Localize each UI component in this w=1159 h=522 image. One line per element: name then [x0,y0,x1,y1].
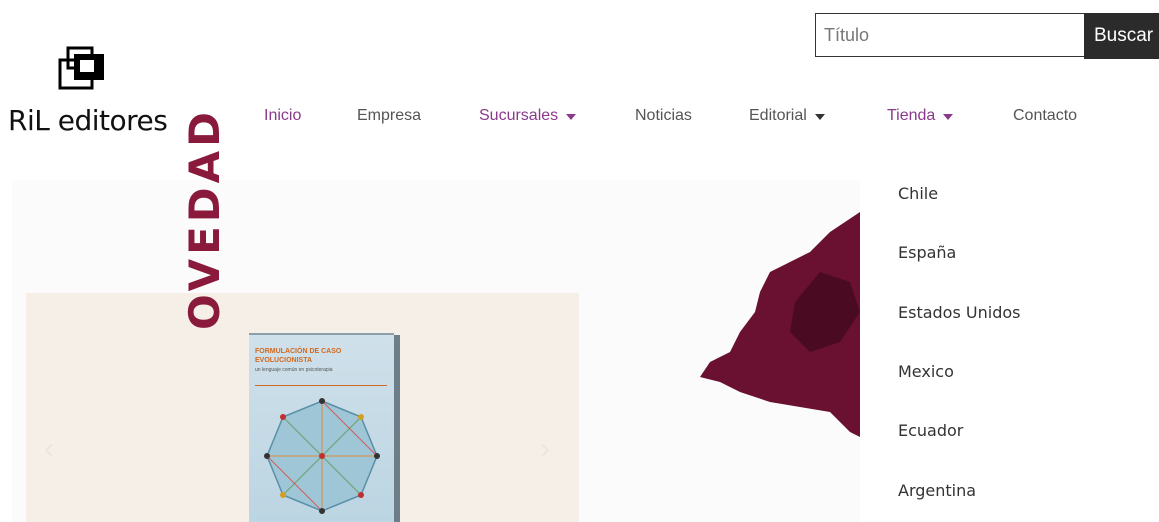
nav-item-label: Editorial [749,107,807,124]
main-nav: Inicio Empresa Sucursales Noticias Edito… [0,107,1159,131]
search-bar: Buscar [815,13,1159,59]
carousel-next-icon[interactable]: › [540,432,550,466]
nav-item-label: Noticias [635,107,692,124]
octagon-diagram-icon [264,398,380,514]
book-divider [255,385,387,386]
tienda-dropdown-menu: Chile España Estados Unidos Mexico Ecuad… [860,164,1159,522]
logo-mark-icon [58,46,104,90]
nav-item-label: Tienda [887,107,936,124]
novedad-label: OVEDAD [180,107,229,330]
nav-item-label: Sucursales [479,107,559,124]
nav-item-empresa[interactable]: Empresa [357,107,421,125]
book-subtitle: un lenguaje común en psicoterapia [255,367,333,373]
nav-item-contacto[interactable]: Contacto [1013,107,1077,125]
search-input[interactable] [815,13,1084,57]
nav-item-tienda[interactable]: Tienda [887,107,954,125]
dropdown-item-chile[interactable]: Chile [898,184,938,203]
dropdown-item-mexico[interactable]: Mexico [898,362,954,381]
carousel-prev-icon[interactable]: ‹ [44,432,54,466]
book-cover[interactable]: FORMULACIÓN DE CASO EVOLUCIONISTA un len… [249,335,394,522]
dropdown-item-ecuador[interactable]: Ecuador [898,421,963,440]
tree-illustration [700,212,870,442]
nav-item-label: Inicio [264,107,302,124]
chevron-down-icon [566,114,577,120]
nav-item-label: Empresa [357,107,422,124]
nav-item-inicio[interactable]: Inicio [264,107,301,125]
dropdown-item-espana[interactable]: España [898,243,956,262]
nav-item-sucursales[interactable]: Sucursales [479,107,577,125]
chevron-down-icon [814,114,825,120]
book-title: FORMULACIÓN DE CASO EVOLUCIONISTA [255,348,342,364]
dropdown-item-argentina[interactable]: Argentina [898,481,976,500]
search-button[interactable]: Buscar [1084,13,1159,59]
dropdown-item-estados-unidos[interactable]: Estados Unidos [898,303,1020,322]
chevron-down-icon [943,114,954,120]
nav-item-label: Contacto [1013,107,1078,124]
nav-item-editorial[interactable]: Editorial [749,107,825,125]
nav-item-noticias[interactable]: Noticias [635,107,692,125]
